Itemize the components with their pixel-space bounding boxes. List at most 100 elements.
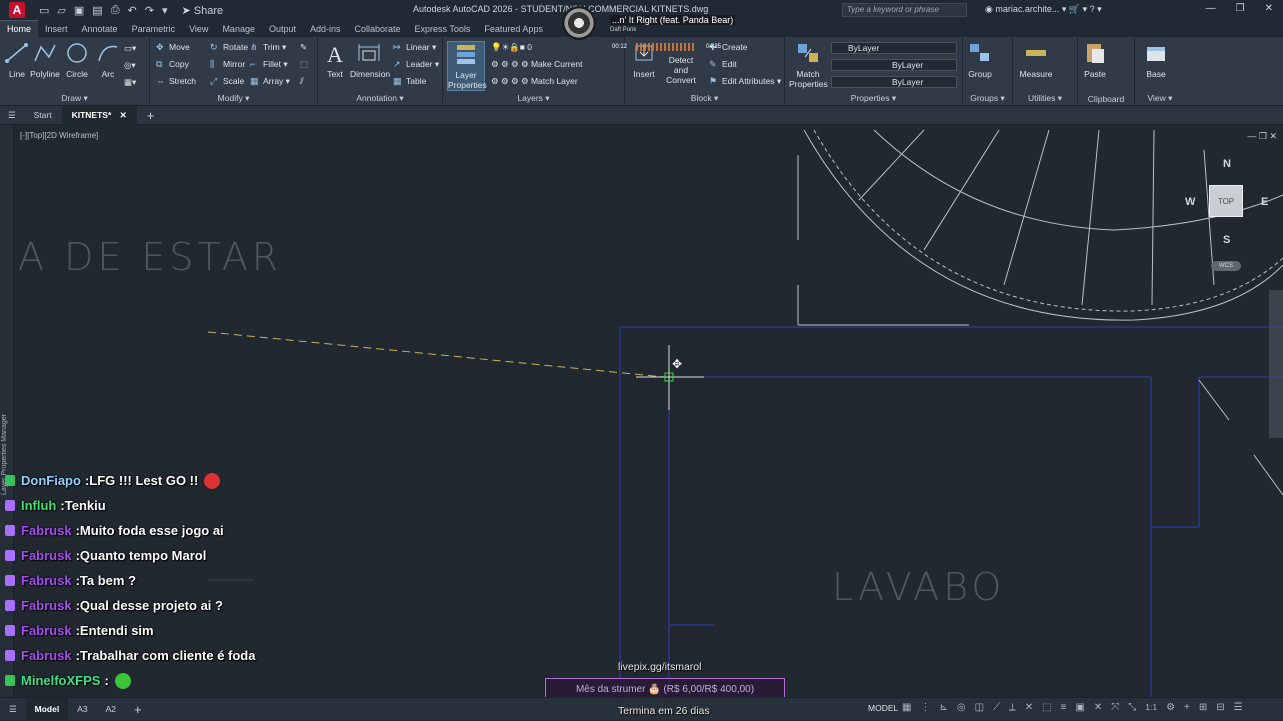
gradient-icon[interactable]: ▦▾ [124, 77, 136, 88]
utilities-panel-label[interactable]: Utilities ▾ [1013, 93, 1077, 104]
add-layout-icon[interactable]: + [125, 698, 151, 721]
minimize-icon[interactable]: — [1206, 3, 1216, 14]
annotation-icon[interactable]: ✕ [1025, 702, 1033, 713]
osnap-icon[interactable]: ◫ [975, 702, 984, 713]
add-icon[interactable]: + [1184, 702, 1190, 713]
table-button[interactable]: ▦ Table [393, 76, 426, 87]
text-tool[interactable]: A Text [318, 41, 352, 79]
close-icon[interactable]: ✕ [1265, 3, 1273, 14]
new-tab-icon[interactable]: + [137, 106, 165, 125]
hatch-icon[interactable]: ◎▾ [124, 60, 136, 71]
annotation-panel-label[interactable]: Annotation ▾ [318, 93, 442, 104]
base-view-button[interactable]: Base [1139, 41, 1173, 79]
tab-start[interactable]: Start [24, 106, 62, 125]
paste-button[interactable]: Paste [1078, 41, 1112, 79]
lineweight-icon[interactable]: ≡ [1061, 702, 1067, 713]
edit-block-button[interactable]: ✎ Edit [709, 59, 737, 70]
tab-home[interactable]: Home [0, 20, 39, 37]
isodraft-icon[interactable]: ⟋ [993, 702, 1000, 713]
annotation-visibility-icon[interactable]: ⤧ [1111, 702, 1119, 713]
group-button[interactable]: Group [963, 41, 997, 79]
block-panel-label[interactable]: Block ▾ [625, 93, 784, 104]
annotation-monitor-icon[interactable]: ✕ [1094, 702, 1102, 713]
dynamic-ucs-icon[interactable]: ⟂ [1009, 702, 1016, 713]
user-account[interactable]: ◉ mariac.archite... ▾ 🛒 ▾ ? ▾ [985, 4, 1102, 15]
help-search-input[interactable]: Type a keyword or phrase [842, 3, 967, 17]
linetype-dropdown[interactable]: ByLayer [831, 59, 957, 71]
workspace-gear-icon[interactable]: ⚙ [1166, 702, 1175, 713]
lineweight-dropdown[interactable]: ByLayer [831, 76, 957, 88]
navigation-bar[interactable] [1269, 290, 1283, 438]
customize-menu-icon[interactable]: ☰ [1234, 702, 1243, 713]
rotate-button[interactable]: ↻ Rotate [210, 42, 248, 53]
autocad-logo-button[interactable]: A [9, 2, 25, 18]
view-panel-label[interactable]: View ▾ [1135, 93, 1185, 104]
move-button[interactable]: ✥ Move [156, 42, 190, 53]
tab-collaborate[interactable]: Collaborate [348, 24, 408, 37]
polyline-tool[interactable]: Polyline [28, 41, 62, 79]
leader-button[interactable]: ↗ Leader ▾ [393, 59, 439, 70]
layer-tools-row1[interactable]: ⚙ ⚙ ⚙ ⚙ Make Current [491, 59, 582, 70]
tab-model[interactable]: Model [25, 697, 69, 721]
quick-properties-icon[interactable]: ⊟ [1216, 702, 1224, 713]
stretch-button[interactable]: ⇔ Stretch [156, 76, 196, 86]
rectangle-icon[interactable]: ▭▾ [124, 43, 136, 54]
groups-panel-label[interactable]: Groups ▾ [963, 93, 1012, 104]
tab-annotate[interactable]: Annotate [75, 24, 125, 37]
color-dropdown[interactable]: ByLayer [831, 42, 957, 54]
dimension-tool[interactable]: Dimension [350, 41, 390, 79]
print-icon[interactable]: ⎙ [111, 4, 120, 17]
clipboard-panel-label[interactable]: Clipboard [1078, 94, 1134, 104]
ortho-icon[interactable]: ⊾ [939, 702, 947, 713]
navigation-cube[interactable]: N W E TOP S WCS [1185, 158, 1271, 271]
arc-tool[interactable]: Arc [91, 41, 125, 79]
new-file-icon[interactable]: ▭ [39, 4, 49, 17]
erase-icon[interactable]: ✎ [300, 42, 307, 53]
linear-dim-button[interactable]: ↦ Linear ▾ [393, 42, 436, 53]
viewport-window-controls[interactable]: — ❐ ✕ [1247, 131, 1277, 142]
navcube-south[interactable]: S [1223, 234, 1230, 246]
tab-insert[interactable]: Insert [38, 24, 75, 37]
measure-button[interactable]: Measure [1017, 41, 1055, 79]
save-as-icon[interactable]: ▤ [92, 4, 102, 17]
save-icon[interactable]: ▣ [74, 4, 84, 17]
tab-express-tools[interactable]: Express Tools [408, 24, 478, 37]
match-properties-button[interactable]: Match Properties [789, 41, 828, 89]
properties-panel-label[interactable]: Properties ▾ [785, 93, 962, 104]
navcube-east[interactable]: E [1261, 196, 1268, 208]
explode-icon[interactable]: ⬚ [300, 59, 308, 70]
tab-kitnets[interactable]: KITNETS* ✕ [61, 105, 137, 125]
close-tab-icon[interactable]: ✕ [120, 110, 127, 120]
tab-view[interactable]: View [182, 24, 215, 37]
tab-layout-a3[interactable]: A3 [68, 698, 96, 721]
circle-tool[interactable]: Circle [60, 41, 94, 79]
copy-button[interactable]: ⧉ Copy [156, 59, 189, 70]
layer-tools-row2[interactable]: ⚙ ⚙ ⚙ ⚙ Match Layer [491, 76, 578, 87]
tab-featured-apps[interactable]: Featured Apps [477, 24, 550, 37]
scale-value[interactable]: 1:1 [1145, 702, 1157, 713]
polar-icon[interactable]: ◎ [957, 702, 966, 713]
snap-icon[interactable]: ⋮ [920, 702, 930, 713]
open-folder-icon[interactable]: ▱ [57, 4, 65, 17]
navcube-top-face[interactable]: TOP [1209, 185, 1243, 217]
undo-icon[interactable]: ↶ [128, 4, 137, 17]
selection-cycle-icon[interactable]: ⬚ [1042, 702, 1051, 713]
annotation-scale-icon[interactable]: ⤡ [1128, 702, 1136, 713]
navcube-west[interactable]: W [1185, 196, 1195, 208]
tab-parametric[interactable]: Parametric [125, 24, 183, 37]
redo-icon[interactable]: ↷ [145, 4, 154, 17]
array-button[interactable]: ▦ Array ▾ [250, 76, 290, 87]
scale-button[interactable]: ⤢ Scale [210, 76, 244, 87]
navcube-north[interactable]: N [1223, 158, 1231, 170]
layer-dropdown[interactable]: 💡☀🔒■ 0 [491, 42, 532, 53]
share-button[interactable]: ➤ Share [181, 4, 223, 17]
edit-attributes-button[interactable]: ⚑ Edit Attributes ▾ [709, 76, 781, 87]
grid-icon[interactable]: ▦ [902, 702, 911, 713]
restore-icon[interactable]: ❐ [1236, 3, 1245, 14]
trim-button[interactable]: ⋔ Trim ▾ [250, 42, 286, 53]
tab-output[interactable]: Output [262, 24, 303, 37]
dropdown-arrow-icon[interactable]: ▾ [162, 4, 168, 17]
menu-icon[interactable]: ☰ [0, 106, 24, 125]
layout-menu-icon[interactable]: ☰ [0, 698, 26, 721]
units-icon[interactable]: ⊞ [1199, 702, 1207, 713]
